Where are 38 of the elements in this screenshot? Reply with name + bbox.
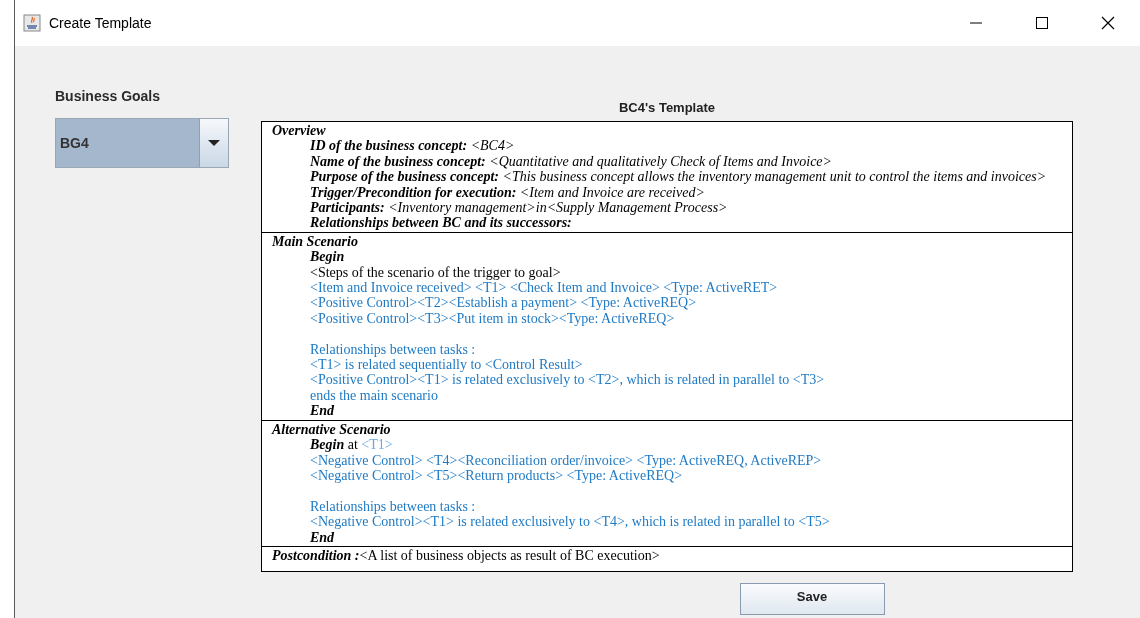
caret-icon bbox=[208, 140, 220, 146]
template-line: Relationships between BC and its successors: bbox=[309, 215, 573, 231]
template-line: ends the main scenario bbox=[309, 387, 439, 404]
app-icon bbox=[23, 14, 41, 32]
template-line: Participants: <Inventory management>in<Supply Management Process> bbox=[309, 200, 729, 216]
template-line: Begin bbox=[309, 249, 346, 265]
dropdown-arrow-button[interactable] bbox=[199, 119, 228, 167]
close-icon bbox=[1101, 16, 1115, 30]
template-line: <Negative Control> <T5><Return products> <Type: ActiveREQ> bbox=[309, 467, 683, 484]
template-line: <Negative Control> <T4><Reconciliation order/invoice> <Type: ActiveREQ, ActiveREP> bbox=[309, 452, 823, 468]
template-line: Trigger/Precondition for execution: <Item and Invoice are received> bbox=[309, 184, 706, 201]
template-line: Begin at <T1> bbox=[309, 437, 394, 453]
template-line: <Positive Control><T1> is related exclusively to <T2>, which is related in parallel to <T3> bbox=[309, 372, 826, 388]
section-heading: Main Scenario bbox=[272, 233, 359, 250]
maximize-icon bbox=[1036, 17, 1048, 29]
minimize-icon bbox=[970, 22, 982, 24]
goals-label: Business Goals bbox=[55, 88, 162, 104]
template-title: BC4's Template bbox=[618, 100, 715, 115]
template-line: <T1> is related sequentially to <Control Result> bbox=[309, 357, 584, 373]
template-line: Name of the business concept: <Quantitative and qualitatively Check of Items and Invoice> bbox=[309, 153, 833, 170]
save-button[interactable]: Save bbox=[739, 583, 885, 616]
window-title: Create Template bbox=[49, 15, 153, 31]
template-line: ID of the business concept: <BC4> bbox=[309, 138, 516, 154]
section-heading: Postcondition :<A list of business objects as result of BC execution> bbox=[272, 547, 661, 564]
template-line: <Negative Control><T1> is related exclusively to <T4>, which is related in parallel to <T5> bbox=[309, 514, 831, 530]
template-line: Relationships between tasks : bbox=[309, 341, 477, 358]
template-line: Relationships between tasks : bbox=[309, 498, 477, 515]
template-line: End bbox=[309, 529, 336, 545]
goals-dropdown[interactable]: BG4 bbox=[55, 118, 229, 168]
template-line: <Positive Control><T2><Establish a payment> <Type: ActiveREQ> bbox=[309, 295, 698, 311]
section-heading: Alternative Scenario bbox=[272, 421, 392, 438]
template-line: <Positive Control><T3><Put item in stock><Type: ActiveREQ> bbox=[309, 310, 676, 327]
section-heading: Overview bbox=[272, 123, 327, 139]
dropdown-value: BG4 bbox=[59, 134, 90, 153]
template-line: <Item and Invoice received> <T1> <Check Item and Invoice> <Type: ActiveRET> bbox=[309, 280, 779, 296]
template-line: Purpose of the business concept: <This business concept allows the inventory management unit to control the items and invoices> bbox=[309, 169, 1048, 185]
template-line: End bbox=[309, 403, 336, 419]
template-line: <Steps of the scenario of the trigger to goal> bbox=[309, 264, 562, 281]
